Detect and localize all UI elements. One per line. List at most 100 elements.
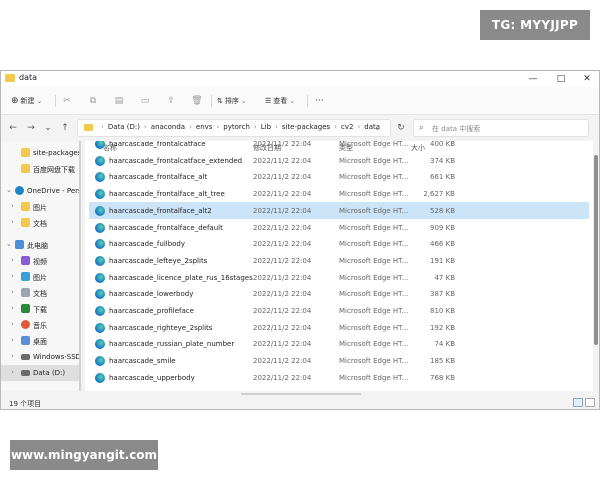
file-row[interactable]: haarcascade_profileface 2022/11/2 22:04 Mi… xyxy=(89,302,589,319)
sidebar-item-windows-ssd[interactable]: › Windows-SSD xyxy=(1,349,81,365)
sidebar-item-onedrive[interactable]: ⌄ OneDrive - Pers xyxy=(1,183,81,199)
breadcrumb-item[interactable]: Lib xyxy=(260,123,272,131)
close-button[interactable]: ✕ xyxy=(573,71,599,87)
delete-icon[interactable]: 🗑 xyxy=(191,95,203,107)
watermark-top: TG: MYYJJPP xyxy=(480,10,590,40)
new-button[interactable]: ⊕ 新建 ⌄ xyxy=(11,93,42,109)
file-row[interactable]: haarcascade_licence_plate_rus_16stages 20… xyxy=(89,269,589,286)
sidebar-item-music[interactable]: › 音乐 xyxy=(1,317,79,333)
sidebar-item-desktop[interactable]: › 桌面 xyxy=(1,333,79,349)
sidebar-item-documents[interactable]: › 文档 xyxy=(1,215,79,231)
up-arrow-icon[interactable]: ↑ xyxy=(58,121,72,135)
vertical-scrollbar[interactable] xyxy=(594,155,598,345)
sidebar-item-label: 下载 xyxy=(33,306,47,314)
file-row[interactable]: haarcascade_righteye_2splits 2022/11/2 22… xyxy=(89,319,589,336)
file-size: 191 KB xyxy=(430,256,455,265)
tiles-view-icon[interactable] xyxy=(585,398,595,407)
search-placeholder: 在 data 中搜索 xyxy=(432,125,481,133)
back-arrow-icon[interactable]: ← xyxy=(6,121,20,135)
chevron-right-icon[interactable]: › xyxy=(11,368,14,376)
chevron-down-icon[interactable]: ⌄ xyxy=(6,240,12,248)
cloud-icon xyxy=(15,186,24,195)
chevron-right-icon[interactable]: › xyxy=(11,336,14,344)
sidebar-item-baidu-downloads[interactable]: 百度网盘下载 xyxy=(1,161,79,177)
sidebar-item-pictures-pc[interactable]: › 图片 xyxy=(1,269,79,285)
chevron-right-icon[interactable]: › xyxy=(11,218,14,226)
file-type: Microsoft Edge HT... xyxy=(339,256,409,265)
chevron-down-icon[interactable]: ⌄ xyxy=(6,186,12,194)
sidebar-item-label: site-packages xyxy=(33,149,81,157)
file-row[interactable]: haarcascade_frontalcatface 2022/11/2 22:0… xyxy=(89,141,589,152)
folder-icon xyxy=(21,164,30,173)
sidebar-item-label: 图片 xyxy=(33,204,47,212)
sidebar-item-pictures[interactable]: › 图片 xyxy=(1,199,79,215)
view-button[interactable]: ☰ 查看 ⌄ xyxy=(265,93,295,109)
minimize-button[interactable]: — xyxy=(519,71,547,87)
horizontal-scrollbar[interactable] xyxy=(241,393,361,395)
sort-button[interactable]: ⇅ 排序 ⌄ xyxy=(217,93,247,109)
file-row[interactable]: haarcascade_lefteye_2splits 2022/11/2 22:… xyxy=(89,252,589,269)
file-row[interactable]: haarcascade_russian_plate_number 2022/11/… xyxy=(89,335,589,352)
breadcrumb-item[interactable]: Data (D:) xyxy=(107,123,141,131)
sidebar-item-downloads[interactable]: › 下载 xyxy=(1,301,79,317)
status-bar: 19 个项目 xyxy=(1,396,599,409)
file-row[interactable]: haarcascade_smile 2022/11/2 22:04 Microsof… xyxy=(89,352,589,369)
file-row[interactable]: haarcascade_frontalface_default 2022/11/2… xyxy=(89,219,589,236)
sidebar-item-site-packages[interactable]: site-packages xyxy=(1,145,81,161)
chevron-down-icon: ⌄ xyxy=(289,97,296,105)
recent-chevron-icon[interactable]: ⌄ xyxy=(41,121,55,135)
file-modified: 2022/11/2 22:04 xyxy=(253,357,312,366)
sidebar-item-label: Data (D:) xyxy=(33,369,66,377)
rename-icon[interactable]: ▭ xyxy=(139,95,151,107)
sidebar-item-data-drive[interactable]: › Data (D:) xyxy=(1,365,79,381)
file-modified: 2022/11/2 22:04 xyxy=(253,156,312,165)
chevron-right-icon: › xyxy=(143,123,147,131)
edge-html-file-icon xyxy=(95,141,105,149)
sidebar-scrollbar[interactable] xyxy=(79,141,81,391)
details-view-icon[interactable] xyxy=(573,398,583,407)
chevron-right-icon[interactable]: › xyxy=(11,320,14,328)
file-modified: 2022/11/2 22:04 xyxy=(253,256,312,265)
file-row[interactable]: haarcascade_frontalface_alt_tree 2022/11/… xyxy=(89,185,589,202)
paste-icon[interactable]: ▤ xyxy=(113,95,125,107)
chevron-right-icon[interactable]: › xyxy=(11,288,14,296)
chevron-right-icon[interactable]: › xyxy=(11,202,14,210)
share-icon[interactable]: ⇪ xyxy=(165,95,177,107)
refresh-icon[interactable]: ↻ xyxy=(394,121,408,135)
more-button[interactable]: ··· xyxy=(315,93,324,109)
sidebar-item-documents-pc[interactable]: › 文档 xyxy=(1,285,79,301)
file-row[interactable]: haarcascade_frontalface_alt2 2022/11/2 22… xyxy=(89,201,589,219)
chevron-right-icon[interactable]: › xyxy=(11,304,14,312)
file-modified: 2022/11/2 22:04 xyxy=(253,223,312,232)
chevron-right-icon[interactable]: › xyxy=(11,256,14,264)
music-icon xyxy=(21,320,30,329)
chevron-right-icon[interactable]: › xyxy=(11,272,14,280)
breadcrumb-item[interactable]: site-packages xyxy=(281,123,331,131)
address-bar[interactable]: › Data (D:) › anaconda › envs › pytorch … xyxy=(77,119,391,137)
file-row[interactable]: haarcascade_lowerbody 2022/11/2 22:04 Micr… xyxy=(89,285,589,302)
chevron-down-icon[interactable]: ⌄ xyxy=(374,123,381,132)
breadcrumb-item[interactable]: cv2 xyxy=(340,123,354,131)
breadcrumb-item[interactable]: pytorch xyxy=(222,123,251,131)
chevron-right-icon: › xyxy=(334,123,338,131)
sidebar-item-this-pc[interactable]: ⌄ 此电脑 xyxy=(1,237,79,253)
chevron-right-icon[interactable]: › xyxy=(11,352,14,360)
forward-arrow-icon[interactable]: → xyxy=(24,121,38,135)
cut-icon[interactable]: ✂ xyxy=(61,95,73,107)
breadcrumb-item[interactable]: envs xyxy=(195,123,214,131)
file-row[interactable]: haarcascade_frontalface_alt 2022/11/2 22:… xyxy=(89,168,589,185)
search-icon: ⌕ xyxy=(419,123,424,132)
breadcrumb-item[interactable]: anaconda xyxy=(150,123,186,131)
file-modified: 2022/11/2 22:04 xyxy=(253,206,312,215)
copy-icon[interactable]: ⧉ xyxy=(87,95,99,107)
search-input[interactable]: ⌕ 在 data 中搜索 xyxy=(413,119,589,137)
file-modified: 2022/11/2 22:04 xyxy=(253,141,312,148)
file-row[interactable]: haarcascade_frontalcatface_extended 2022/… xyxy=(89,152,589,169)
sidebar-item-videos[interactable]: › 视频 xyxy=(1,253,79,269)
file-row[interactable]: haarcascade_fullbody 2022/11/2 22:04 Micro… xyxy=(89,235,589,252)
sort-icon: ⇅ xyxy=(217,97,223,105)
sidebar-item-label: 桌面 xyxy=(33,338,47,346)
file-type: Microsoft Edge HT... xyxy=(339,373,409,382)
file-row[interactable]: haarcascade_upperbody 2022/11/2 22:04 Micr… xyxy=(89,369,589,386)
maximize-button[interactable]: □ xyxy=(547,71,575,87)
